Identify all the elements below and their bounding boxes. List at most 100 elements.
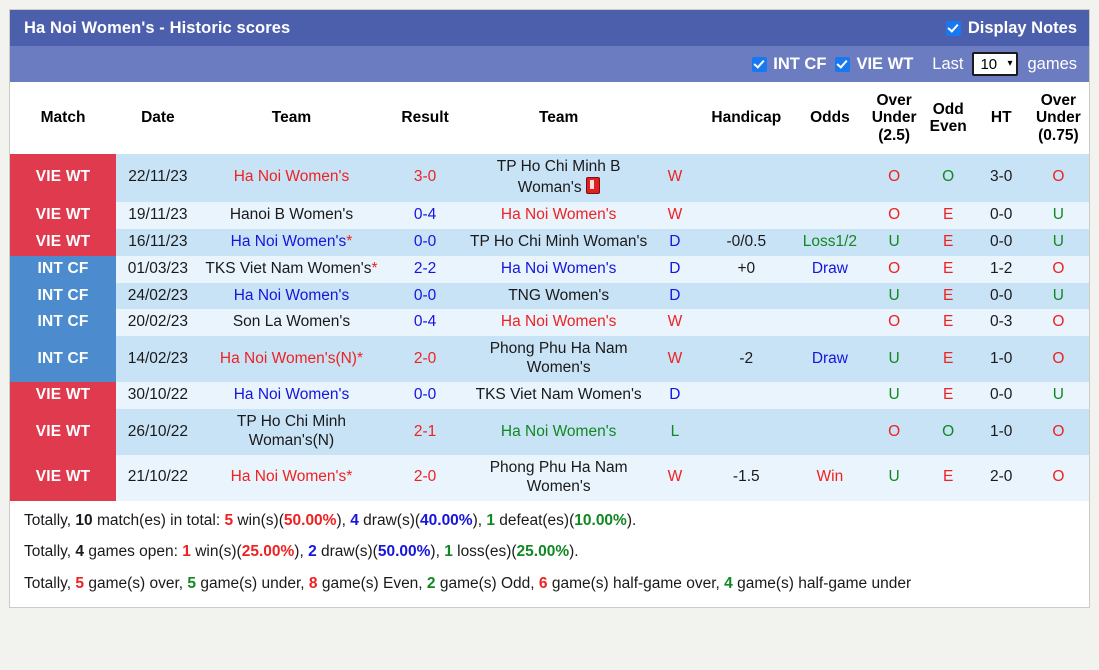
- summary-fragment: match(es) in total:: [92, 511, 225, 529]
- vie-wt-checkbox[interactable]: [835, 56, 851, 72]
- home-team-name[interactable]: Ha Noi Women's: [199, 382, 384, 410]
- odd-even-value: E: [921, 309, 975, 337]
- summary-fragment: Totally,: [24, 511, 76, 529]
- match-result[interactable]: 0-0: [383, 382, 467, 410]
- away-team-name[interactable]: TP Ho Chi Minh Woman's: [466, 228, 651, 256]
- away-team-name[interactable]: Ha Noi Women's: [466, 309, 651, 337]
- table-row[interactable]: INT CF 01/03/23 TKS Viet Nam Women's* 2-2 Ha…: [10, 255, 1089, 283]
- col-odds[interactable]: Odds: [793, 82, 867, 154]
- match-result[interactable]: 0-0: [383, 282, 467, 310]
- away-team-name[interactable]: Ha Noi Women's: [466, 201, 651, 229]
- col-wdl: [650, 82, 700, 154]
- home-team-name[interactable]: TP Ho Chi Minh Woman's(N): [199, 409, 384, 455]
- home-team-name[interactable]: Ha Noi Women's(N)*: [199, 336, 384, 383]
- col-date[interactable]: Date: [116, 82, 200, 154]
- summary-fragment: 4: [75, 543, 85, 561]
- filter-vie-wt[interactable]: VIE WT: [835, 55, 913, 74]
- handicap-value: [699, 282, 794, 310]
- league-badge[interactable]: INT CF: [10, 255, 117, 283]
- col-home-team[interactable]: Team: [199, 82, 384, 154]
- summary-fragment: win(s)(: [233, 511, 284, 529]
- league-badge[interactable]: VIE WT: [10, 228, 117, 256]
- filter-int-cf[interactable]: INT CF: [752, 55, 826, 74]
- games-count-select[interactable]: 10 ▾: [972, 52, 1019, 76]
- home-team-name[interactable]: Hanoi B Women's: [199, 201, 384, 229]
- home-team-name[interactable]: Ha Noi Women's: [199, 282, 384, 310]
- col-odd-even[interactable]: Odd Even: [921, 82, 975, 154]
- table-row[interactable]: INT CF 20/02/23 Son La Women's 0-4 Ha Noi Wo…: [10, 309, 1089, 337]
- col-over-under-25[interactable]: Over Under (2.5): [866, 82, 922, 154]
- summary-fragment: 10.00%: [574, 511, 627, 529]
- table-row[interactable]: INT CF 14/02/23 Ha Noi Women's(N)* 2-0 Phong…: [10, 336, 1089, 383]
- int-cf-checkbox[interactable]: [752, 56, 768, 72]
- league-badge[interactable]: VIE WT: [10, 409, 117, 455]
- filter-bar: INT CF VIE WT Last 10 ▾ games: [10, 46, 1089, 82]
- table-row[interactable]: VIE WT 21/10/22 Ha Noi Women's* 2-0 Phong Ph…: [10, 454, 1089, 501]
- table-row[interactable]: VIE WT 22/11/23 Ha Noi Women's 3-0 TP Ho Chi…: [10, 154, 1089, 202]
- handicap-value: -0/0.5: [699, 228, 794, 256]
- summary-fragment: ),: [294, 543, 309, 561]
- col-handicap[interactable]: Handicap: [699, 82, 794, 154]
- home-team-name[interactable]: Ha Noi Women's*: [199, 454, 384, 501]
- summary-fragment: defeat(es)(: [495, 511, 575, 529]
- over-under-25-value: U: [866, 282, 922, 310]
- away-team-name[interactable]: TP Ho Chi Minh B Woman's: [466, 154, 651, 202]
- match-result[interactable]: 0-4: [383, 201, 467, 229]
- handicap-value: -2: [699, 336, 794, 383]
- home-team-name[interactable]: Ha Noi Women's*: [199, 228, 384, 256]
- summary-fragment: ).: [569, 543, 579, 561]
- over-under-075-value: U: [1027, 228, 1089, 256]
- home-team-name[interactable]: Ha Noi Women's: [199, 154, 384, 202]
- half-time-score: 0-0: [974, 228, 1028, 256]
- half-time-score: 0-0: [974, 382, 1028, 410]
- match-result[interactable]: 2-2: [383, 255, 467, 283]
- col-match[interactable]: Match: [10, 82, 117, 154]
- table-row[interactable]: VIE WT 19/11/23 Hanoi B Women's 0-4 Ha Noi W…: [10, 201, 1089, 229]
- league-badge[interactable]: VIE WT: [10, 382, 117, 410]
- win-draw-loss: L: [650, 409, 700, 455]
- away-team-name[interactable]: TNG Women's: [466, 282, 651, 310]
- summary-fragment: draw(s)(: [358, 511, 421, 529]
- col-away-team[interactable]: Team: [466, 82, 651, 154]
- col-over-under-075[interactable]: Over Under (0.75): [1027, 82, 1089, 154]
- match-result[interactable]: 2-0: [383, 336, 467, 383]
- away-team-name[interactable]: Phong Phu Ha Nam Women's: [466, 454, 651, 501]
- table-row[interactable]: VIE WT 26/10/22 TP Ho Chi Minh Woman's(N) 2…: [10, 409, 1089, 455]
- away-team-name[interactable]: Ha Noi Women's: [466, 255, 651, 283]
- match-result[interactable]: 3-0: [383, 154, 467, 202]
- table-row[interactable]: VIE WT 16/11/23 Ha Noi Women's* 0-0 TP Ho Ch…: [10, 228, 1089, 256]
- odd-even-value: E: [921, 454, 975, 501]
- summary-fragment: loss(es)(: [452, 543, 517, 561]
- table-row[interactable]: VIE WT 30/10/22 Ha Noi Women's 0-0 TKS Viet …: [10, 382, 1089, 410]
- league-badge[interactable]: VIE WT: [10, 201, 117, 229]
- match-result[interactable]: 0-4: [383, 309, 467, 337]
- match-result[interactable]: 0-0: [383, 228, 467, 256]
- league-badge[interactable]: VIE WT: [10, 454, 117, 501]
- match-date: 24/02/23: [116, 282, 200, 310]
- away-team-name[interactable]: Phong Phu Ha Nam Women's: [466, 336, 651, 383]
- col-result[interactable]: Result: [383, 82, 467, 154]
- home-team-name[interactable]: Son La Women's: [199, 309, 384, 337]
- away-team-name[interactable]: Ha Noi Women's: [466, 409, 651, 455]
- summary-fragment: game(s) under,: [196, 574, 309, 592]
- table-row[interactable]: INT CF 24/02/23 Ha Noi Women's 0-0 TNG Women…: [10, 282, 1089, 310]
- col-ht[interactable]: HT: [974, 82, 1028, 154]
- match-result[interactable]: 2-1: [383, 409, 467, 455]
- display-notes-control[interactable]: Display Notes: [945, 19, 1077, 38]
- display-notes-checkbox[interactable]: [945, 20, 961, 36]
- handicap-value: [699, 409, 794, 455]
- handicap-value: [699, 309, 794, 337]
- summary-line-total: Totally, 10 match(es) in total: 5 win(s)…: [22, 505, 1077, 537]
- league-badge[interactable]: VIE WT: [10, 154, 117, 202]
- home-team-name[interactable]: TKS Viet Nam Women's*: [199, 255, 384, 283]
- league-badge[interactable]: INT CF: [10, 309, 117, 337]
- odds-value: [793, 201, 867, 229]
- over-under-25-value: O: [866, 154, 922, 202]
- summary-fragment: 2: [308, 543, 317, 561]
- away-team-name[interactable]: TKS Viet Nam Women's: [466, 382, 651, 410]
- odd-even-value: O: [921, 154, 975, 202]
- league-badge[interactable]: INT CF: [10, 336, 117, 383]
- league-badge[interactable]: INT CF: [10, 282, 117, 310]
- match-result[interactable]: 2-0: [383, 454, 467, 501]
- summary-block: Totally, 10 match(es) in total: 5 win(s)…: [10, 500, 1089, 608]
